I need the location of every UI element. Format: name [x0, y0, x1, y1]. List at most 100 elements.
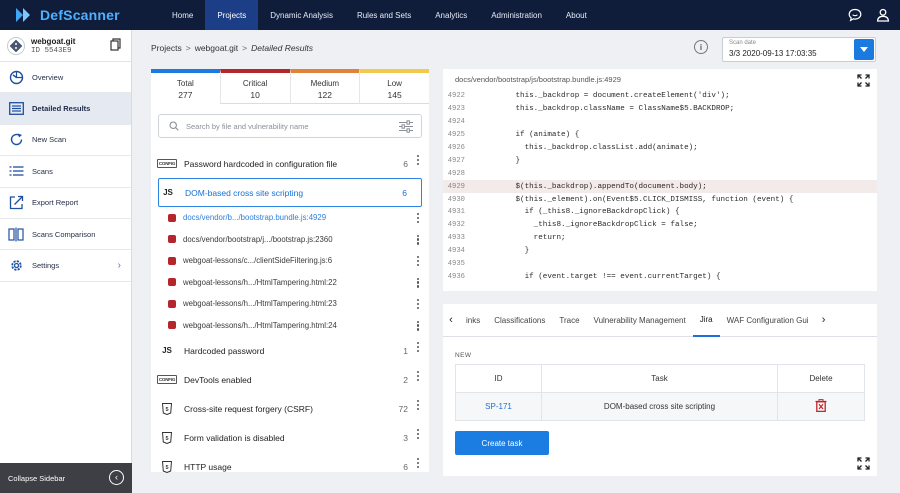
nav-dynamic-analysis[interactable]: Dynamic Analysis	[258, 0, 345, 30]
scan-date-value: 3/3 2020-09-13 17:03:35	[729, 49, 817, 58]
list-item[interactable]: 5 Form validation is disabled 3	[158, 423, 422, 452]
jira-id-link[interactable]: SP-171	[455, 392, 542, 421]
code-line: 4923 this._backdrop.className = ClassNam…	[443, 103, 877, 116]
svg-text:5: 5	[165, 465, 168, 471]
breadcrumb-project[interactable]: webgoat.git	[195, 43, 238, 53]
list-item-selected[interactable]: JS DOM-based cross site scripting 6	[158, 178, 422, 207]
scan-date-label: Scan date	[729, 40, 757, 46]
list-item[interactable]: JS Hardcoded password 1	[158, 336, 422, 365]
nav-rules-and-sets[interactable]: Rules and Sets	[345, 0, 423, 30]
nav-analytics[interactable]: Analytics	[423, 0, 479, 30]
file-item[interactable]: docs/vendor/b.../bootstrap.bundle.js:492…	[158, 207, 422, 229]
code-line: 4922 this._backdrop = document.createEle…	[443, 90, 877, 103]
copy-icon[interactable]	[110, 38, 121, 51]
list-item[interactable]: 5 Cross-site request forgery (CSRF) 72	[158, 394, 422, 423]
sidebar-item-new-scan[interactable]: New Scan	[0, 125, 131, 157]
file-path: webgoat-lessons/h.../HtmlTampering.html:…	[183, 299, 337, 309]
code-line: 4930 $(this._element).on(Event$5.CLICK_D…	[443, 193, 877, 206]
tab-waf-configuration-guide[interactable]: WAF Configuration Gui	[720, 304, 816, 337]
new-label: NEW	[455, 352, 472, 359]
list-item[interactable]: CONFIG Password hardcoded in configurati…	[156, 149, 422, 178]
vuln-count: 3	[403, 432, 408, 443]
vuln-name: Password hardcoded in configuration file	[184, 158, 338, 169]
sidebar-item-overview[interactable]: Overview	[0, 62, 131, 94]
more-icon[interactable]	[416, 400, 419, 411]
expand-icon[interactable]	[857, 457, 870, 470]
more-icon[interactable]	[416, 342, 419, 353]
sidebar-item-export-report[interactable]: Export Report	[0, 188, 131, 219]
more-icon[interactable]	[416, 256, 419, 267]
tab-trace[interactable]: Trace	[552, 304, 586, 337]
list-item[interactable]: CONFIG DevTools enabled 2	[156, 365, 422, 394]
nav-about[interactable]: About	[554, 0, 599, 30]
more-icon[interactable]	[416, 213, 419, 224]
more-icon[interactable]	[416, 429, 419, 440]
code-line: 4929 $(this._backdrop).appendTo(document…	[443, 180, 877, 194]
list-item[interactable]: 5 HTTP usage 6	[158, 452, 422, 481]
more-icon[interactable]	[416, 458, 419, 469]
nav-administration[interactable]: Administration	[479, 0, 554, 30]
chevron-down-icon[interactable]	[854, 39, 874, 60]
code-panel: docs/vendor/bootstrap/js/bootstrap.bundl…	[443, 69, 877, 291]
filter-icon[interactable]	[399, 120, 413, 133]
search-placeholder: Search by file and vulnerability name	[186, 121, 309, 131]
line-number: 4936	[447, 272, 465, 281]
sidebar-item-detailed-results[interactable]: Detailed Results	[0, 93, 131, 125]
collapse-sidebar[interactable]: Collapse Sidebar ‹	[0, 463, 132, 493]
more-icon[interactable]	[416, 320, 419, 331]
tab-critical[interactable]: Critical 10	[219, 69, 290, 104]
vuln-count: 72	[398, 403, 408, 414]
file-item[interactable]: webgoat-lessons/h.../HtmlTampering.html:…	[158, 272, 422, 294]
info-icon[interactable]: i	[694, 40, 708, 54]
more-icon[interactable]	[416, 155, 419, 166]
tab-total[interactable]: Total 277	[151, 69, 220, 104]
file-item[interactable]: webgoat-lessons/c.../clientSideFiltering…	[158, 250, 422, 272]
more-icon[interactable]	[416, 299, 419, 310]
trash-icon[interactable]	[815, 399, 827, 413]
line-number: 4925	[447, 131, 465, 140]
sidebar-item-scans[interactable]: Scans	[0, 156, 131, 188]
code-text: $(this._element).on(Event$5.CLICK_DISMIS…	[479, 195, 794, 204]
user-icon[interactable]	[876, 8, 890, 22]
code-line: 4934 }	[443, 245, 877, 258]
file-item[interactable]: webgoat-lessons/h.../HtmlTampering.html:…	[158, 293, 422, 315]
code-line: 4924	[443, 116, 877, 129]
tab-classifications[interactable]: Classifications	[487, 304, 552, 337]
scan-date-select[interactable]: Scan date 3/3 2020-09-13 17:03:35	[722, 37, 876, 62]
sidebar-label-detailed-results: Detailed Results	[32, 104, 91, 114]
tab-vulnerability-management[interactable]: Vulnerability Management	[587, 304, 693, 337]
sidebar-item-settings[interactable]: Settings ›	[0, 250, 131, 282]
brand-name: DefScanner	[40, 7, 120, 23]
vuln-name: HTTP usage	[184, 461, 232, 472]
export-icon	[8, 195, 24, 211]
chevron-left-icon[interactable]: ‹	[109, 470, 124, 485]
sidebar-label-scans: Scans	[32, 166, 53, 176]
search-input[interactable]: Search by file and vulnerability name	[158, 114, 422, 138]
details-panel: ‹ inks Classifications Trace Vulnerabili…	[443, 304, 877, 476]
breadcrumb-projects[interactable]: Projects	[151, 43, 182, 53]
vuln-name: Cross-site request forgery (CSRF)	[184, 403, 313, 414]
vuln-count: 6	[403, 158, 408, 169]
expand-icon[interactable]	[857, 74, 870, 87]
more-icon[interactable]	[416, 371, 419, 382]
code-text: this._backdrop.classList.add(animate);	[479, 144, 698, 152]
more-icon[interactable]	[416, 234, 419, 245]
tab-links[interactable]: inks	[459, 304, 487, 337]
file-item[interactable]: docs/vendor/bootstrap/j.../bootstrap.js:…	[158, 229, 422, 251]
chat-icon[interactable]	[848, 8, 862, 22]
code-text: }	[479, 247, 530, 256]
more-icon[interactable]	[416, 277, 419, 288]
chevron-left-icon[interactable]: ‹	[443, 304, 459, 337]
chevron-right-icon[interactable]: ›	[816, 304, 832, 337]
tab-low[interactable]: Low 145	[359, 69, 429, 104]
tab-medium[interactable]: Medium 122	[289, 69, 360, 104]
file-item[interactable]: webgoat-lessons/h.../HtmlTampering.html:…	[158, 315, 422, 337]
app-logo[interactable]: DefScanner	[0, 6, 160, 24]
sidebar-item-scans-comparison[interactable]: Scans Comparison	[0, 219, 131, 251]
nav-home[interactable]: Home	[160, 0, 205, 30]
nav-projects[interactable]: Projects	[205, 0, 259, 30]
line-number: 4929	[447, 182, 465, 191]
line-number: 4928	[447, 169, 465, 178]
create-task-button[interactable]: Create task	[455, 431, 549, 455]
tab-jira[interactable]: Jira	[692, 304, 720, 337]
